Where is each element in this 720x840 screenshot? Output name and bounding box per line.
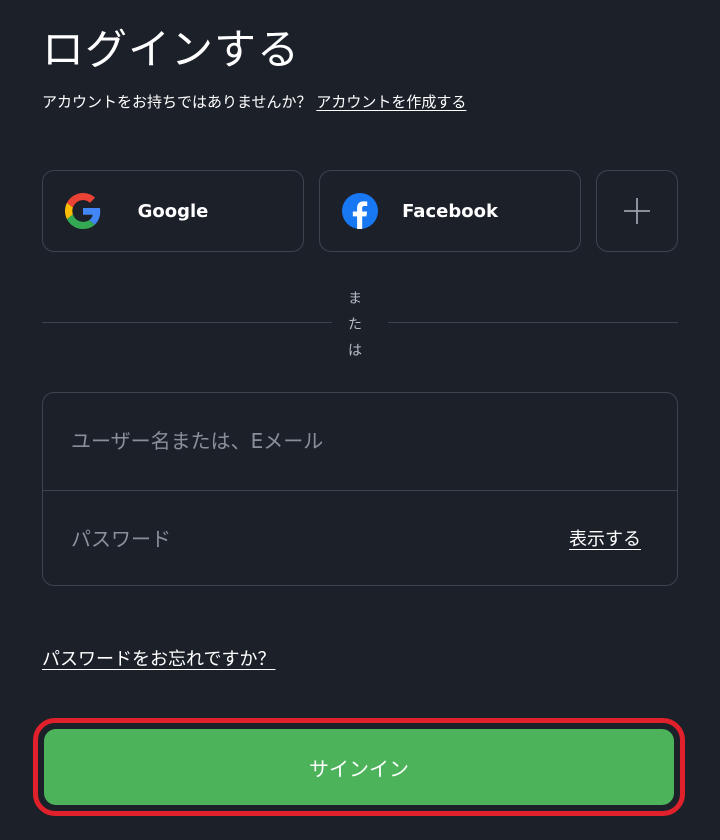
signup-prompt: アカウントをお持ちではありませんか？ アカウントを作成する	[42, 92, 466, 112]
show-password-link[interactable]: 表示する	[569, 525, 641, 551]
plus-icon	[624, 198, 650, 224]
forgot-password-link[interactable]: パスワードをお忘れですか？	[42, 645, 275, 671]
facebook-login-button[interactable]: Facebook	[319, 170, 581, 252]
google-login-button[interactable]: Google	[42, 170, 304, 252]
signin-button[interactable]: サインイン	[44, 729, 674, 805]
login-form: 表示する	[42, 392, 678, 586]
divider-line-right	[388, 322, 678, 323]
username-row	[43, 393, 677, 489]
create-account-link[interactable]: アカウントを作成する	[316, 93, 466, 111]
password-row: 表示する	[43, 490, 677, 587]
facebook-icon	[342, 193, 378, 229]
password-input[interactable]	[71, 521, 491, 557]
divider-line-left	[42, 322, 332, 323]
username-input[interactable]	[71, 423, 551, 459]
page-title: ログインする	[42, 25, 301, 74]
signup-prompt-text: アカウントをお持ちではありませんか？	[42, 93, 312, 111]
more-options-button[interactable]	[596, 170, 678, 252]
divider-or-text: または	[348, 291, 362, 359]
google-icon	[65, 193, 101, 229]
